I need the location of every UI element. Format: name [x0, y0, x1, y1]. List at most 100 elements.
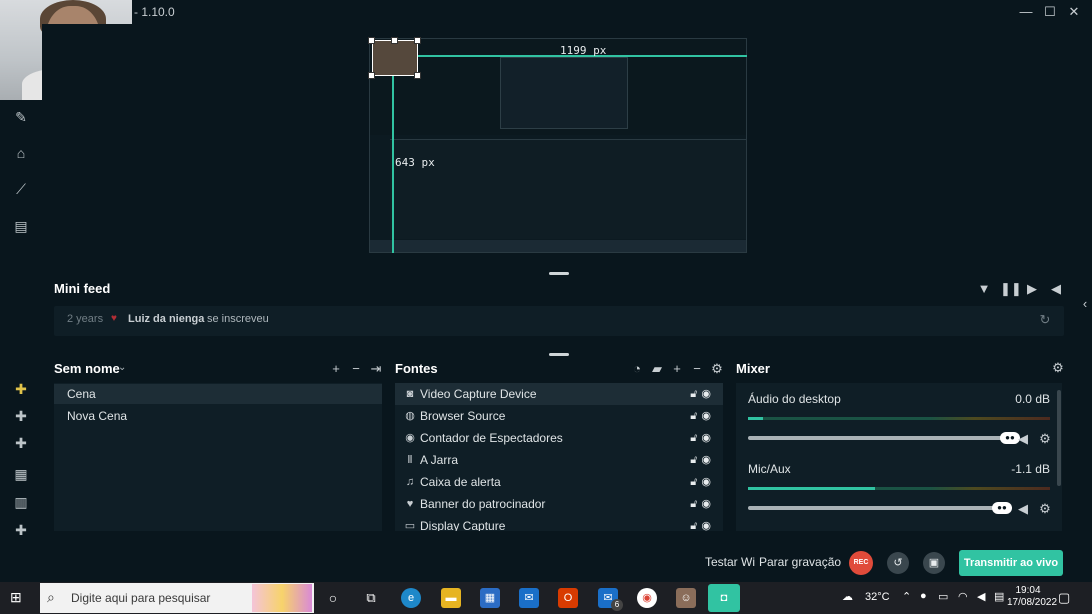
- source-item[interactable]: ♥ Banner do patrocinador 🔓︎◉: [395, 493, 723, 515]
- task-view-icon[interactable]: ⧉: [361, 588, 381, 608]
- lock-visibility-icon[interactable]: 🔓︎◉: [690, 493, 715, 515]
- channel-settings-icon[interactable]: ⚙: [1037, 501, 1053, 517]
- tray-chevron-icon[interactable]: ⌃: [902, 590, 911, 603]
- bell-icon: ♫: [405, 476, 415, 488]
- lock-visibility-icon[interactable]: 🔓︎◉: [690, 405, 715, 427]
- resize-handle[interactable]: [414, 72, 421, 79]
- columns-icon[interactable]: ▥: [10, 491, 32, 513]
- app-icon-2[interactable]: ✚: [10, 405, 32, 427]
- wifi-icon[interactable]: ◠: [958, 590, 968, 603]
- chrome-icon[interactable]: ◉: [637, 588, 657, 608]
- mic-icon[interactable]: ●: [920, 590, 927, 602]
- scene-item[interactable]: Nova Cena: [54, 406, 382, 426]
- source-settings-icon[interactable]: ⚙: [709, 361, 725, 377]
- collapse-right-icon[interactable]: ‹: [1077, 296, 1092, 311]
- audio-meter-level: [748, 487, 875, 490]
- lock-visibility-icon[interactable]: 🔓︎◉: [690, 427, 715, 449]
- group-icon[interactable]: ◔: [629, 361, 645, 376]
- source-item[interactable]: ◉ Contador de Espectadores 🔓︎◉: [395, 427, 723, 449]
- themes-icon[interactable]: ✎: [10, 106, 32, 128]
- skip-icon[interactable]: ▶: [1024, 281, 1040, 297]
- lock-visibility-icon[interactable]: 🔓︎◉: [690, 515, 715, 531]
- volume-slider[interactable]: [748, 436, 1012, 440]
- windows-start-icon[interactable]: ⊞: [10, 589, 26, 605]
- temperature[interactable]: 32°C: [865, 591, 890, 603]
- keyboard-icon[interactable]: ▤: [994, 590, 1004, 603]
- heart-icon: ♥: [406, 498, 414, 510]
- lock-visibility-icon[interactable]: 🔓︎◉: [690, 383, 715, 405]
- resize-handle[interactable]: [391, 37, 398, 44]
- go-live-button[interactable]: Transmitir ao vivo: [959, 550, 1063, 576]
- app-icon-1[interactable]: ✚: [10, 378, 32, 400]
- volume-tray-icon[interactable]: ◀: [977, 590, 985, 603]
- resize-handle[interactable]: [368, 72, 375, 79]
- volume-slider[interactable]: [748, 506, 1012, 510]
- dashboard-icon[interactable]: ⟋: [10, 178, 32, 200]
- folder-icon[interactable]: ▰: [649, 361, 665, 377]
- monitor-icon: ▭: [404, 520, 416, 531]
- store-app-icon[interactable]: ▦: [480, 588, 500, 608]
- scene-item[interactable]: Cena: [54, 384, 382, 404]
- lock-visibility-icon[interactable]: 🔓︎◉: [690, 471, 715, 493]
- mixer-scrollbar[interactable]: [1057, 390, 1061, 486]
- resize-grip[interactable]: [549, 272, 569, 275]
- scenes-title[interactable]: Sem nome: [54, 361, 120, 376]
- audio-meter-level: [748, 417, 763, 420]
- scene-preview[interactable]: [369, 38, 747, 253]
- source-item[interactable]: Ⅱ A Jarra 🔓︎◉: [395, 449, 723, 471]
- taskbar-clock[interactable]: 19:04 17/08/2022: [1007, 585, 1057, 609]
- lock-visibility-icon[interactable]: 🔓︎◉: [690, 449, 715, 471]
- add-scene-icon[interactable]: +: [328, 361, 344, 376]
- resize-handle[interactable]: [414, 37, 421, 44]
- channel-settings-icon[interactable]: ⚙: [1037, 431, 1053, 447]
- file-explorer-icon[interactable]: ▬: [441, 588, 461, 608]
- speaker-icon[interactable]: ◀: [1015, 431, 1031, 447]
- resize-handle[interactable]: [368, 37, 375, 44]
- app-icon-3[interactable]: ✚: [10, 432, 32, 454]
- minimize-button[interactable]: —: [1015, 2, 1037, 22]
- resize-grip[interactable]: [549, 353, 569, 356]
- pause-icon[interactable]: ❚❚: [1000, 281, 1022, 297]
- feed-item[interactable]: [54, 306, 1064, 336]
- mixer-settings-icon[interactable]: ⚙: [1050, 360, 1066, 376]
- studio-icon[interactable]: ▤: [10, 215, 32, 237]
- cortana-icon[interactable]: ○: [323, 588, 343, 608]
- source-item[interactable]: ◍ Browser Source 🔓︎◉: [395, 405, 723, 427]
- app-thumbnail-icon[interactable]: ☺: [676, 588, 696, 608]
- volume-slider-knob[interactable]: ●●: [992, 502, 1012, 514]
- notifications-icon[interactable]: ▢: [1058, 590, 1070, 606]
- source-item[interactable]: ♫ Caixa de alerta 🔓︎◉: [395, 471, 723, 493]
- feed-time: 2 years: [67, 313, 104, 325]
- maximize-button[interactable]: ☐: [1039, 2, 1061, 22]
- replay-icon[interactable]: ↻: [1037, 312, 1053, 328]
- schedule-icon[interactable]: ▣: [923, 552, 945, 574]
- stop-recording-button[interactable]: Parar gravação: [759, 555, 841, 569]
- app-icon-4[interactable]: ✚: [10, 519, 32, 541]
- office-icon[interactable]: O: [558, 588, 578, 608]
- record-button[interactable]: REC: [849, 551, 873, 575]
- close-button[interactable]: ✕: [1063, 2, 1085, 22]
- source-item[interactable]: ▭ Display Capture 🔓︎◉: [395, 515, 723, 531]
- remove-scene-icon[interactable]: −: [348, 361, 364, 376]
- filter-icon[interactable]: ▼: [976, 281, 992, 296]
- store-icon[interactable]: ⌂: [10, 142, 32, 164]
- webcam-icon: ◙: [406, 388, 414, 400]
- volume-icon[interactable]: ◀: [1048, 281, 1064, 297]
- mail-app-icon[interactable]: ✉: [519, 588, 539, 608]
- layout-icon[interactable]: ▦: [10, 463, 32, 485]
- edge-icon[interactable]: e: [401, 588, 421, 608]
- speaker-icon[interactable]: ◀: [1015, 501, 1031, 517]
- test-widgets-button[interactable]: Testar Wi: [705, 555, 755, 569]
- transition-icon[interactable]: ⇥: [368, 361, 384, 377]
- selected-source-box[interactable]: [372, 40, 418, 76]
- audio-meter: [748, 417, 1050, 420]
- add-source-icon[interactable]: +: [669, 361, 685, 376]
- chevron-down-icon[interactable]: ⌄: [118, 362, 126, 373]
- replay-buffer-icon[interactable]: ↺: [887, 552, 909, 574]
- streamlabs-taskbar-icon[interactable]: ◘: [708, 584, 740, 612]
- feed-user[interactable]: Luiz da nienga: [128, 313, 204, 325]
- source-item[interactable]: ◙ Video Capture Device 🔓︎◉: [395, 383, 723, 405]
- battery-icon[interactable]: ▭: [938, 590, 948, 603]
- remove-source-icon[interactable]: −: [689, 361, 705, 376]
- weather-icon[interactable]: ☁: [842, 590, 853, 603]
